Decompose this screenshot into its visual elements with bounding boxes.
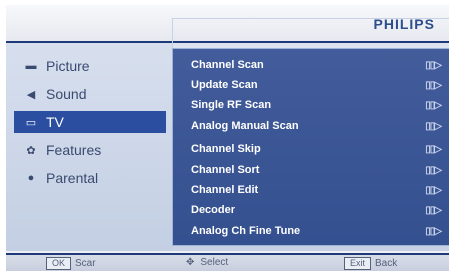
sidebar-item-parental[interactable]: ● Parental [14, 167, 166, 189]
tv-submenu: Channel Scan ▯▯▷ Update Scan ▯▯▷ Single … [172, 48, 449, 246]
arrow-right-icon: ▯▯▷ [425, 79, 442, 91]
arrow-right-icon: ▯▯▷ [425, 59, 442, 71]
gear-icon: ✿ [26, 144, 36, 157]
submenu-outline [172, 18, 449, 49]
ok-key: OK [46, 257, 72, 270]
arrow-right-icon: ▯▯▷ [425, 120, 442, 132]
menu-item-label: Update Scan [191, 79, 258, 91]
arrow-right-icon: ▯▯▷ [425, 204, 442, 216]
sidebar-item-label: Features [46, 142, 102, 158]
arrow-right-icon: ▯▯▷ [425, 164, 442, 176]
exit-hint-label: Back [375, 258, 398, 269]
sidebar-item-sound[interactable]: ◀ Sound [14, 83, 166, 105]
menu-item-label: Channel Skip [191, 143, 261, 155]
select-hint: ✥ Select [186, 257, 228, 268]
lock-icon: ● [27, 172, 35, 184]
select-hint-label: Select [200, 257, 229, 268]
ok-hint: OK Scar [46, 257, 96, 270]
menu-item-channel-scan[interactable]: Channel Scan ▯▯▷ [191, 55, 442, 75]
menu-item-label: Channel Edit [191, 184, 259, 196]
picture-icon: ▬ [25, 60, 37, 72]
menu-item-analog-ch-fine-tune[interactable]: Analog Ch Fine Tune ▯▯▷ [191, 221, 442, 241]
arrow-right-icon: ▯▯▷ [425, 99, 442, 111]
sidebar-item-label: TV [46, 114, 64, 130]
sidebar-item-picture[interactable]: ▬ Picture [14, 55, 166, 77]
arrow-right-icon: ▯▯▷ [425, 225, 442, 237]
menu-item-label: Channel Sort [191, 164, 260, 176]
sidebar-item-label: Sound [46, 86, 87, 102]
sidebar: ▬ Picture ◀ Sound ▭ TV ✿ Features ● Pare… [6, 43, 172, 251]
arrow-right-icon: ▯▯▷ [425, 143, 442, 155]
menu-item-channel-edit[interactable]: Channel Edit ▯▯▷ [191, 180, 442, 200]
menu-item-channel-skip[interactable]: Channel Skip ▯▯▷ [191, 139, 442, 159]
tv-icon: ▭ [25, 116, 37, 129]
sidebar-item-tv[interactable]: ▭ TV [14, 111, 166, 133]
footer-hint-bar: OK Scar ✥ Select Exit Back [6, 253, 449, 271]
menu-item-update-scan[interactable]: Update Scan ▯▯▷ [191, 75, 442, 95]
arrow-right-icon: ▯▯▷ [425, 184, 442, 196]
menu-item-label: Single RF Scan [191, 99, 272, 111]
menu-item-label: Channel Scan [191, 59, 264, 71]
menu-item-label: Analog Manual Scan [191, 120, 299, 132]
sidebar-item-label: Parental [46, 170, 99, 186]
menu-item-analog-manual-scan[interactable]: Analog Manual Scan ▯▯▷ [191, 116, 442, 136]
menu-item-single-rf-scan[interactable]: Single RF Scan ▯▯▷ [191, 95, 442, 115]
tv-menu-screen: PHILIPS ▬ Picture ◀ Sound ▭ TV ✿ Feature… [6, 5, 449, 271]
exit-key: Exit [344, 257, 372, 270]
menu-item-channel-sort[interactable]: Channel Sort ▯▯▷ [191, 160, 442, 180]
exit-hint: Exit Back [344, 257, 397, 270]
ok-hint-label: Scar [75, 258, 96, 269]
menu-item-decoder[interactable]: Decoder ▯▯▷ [191, 200, 442, 220]
speaker-icon: ◀ [26, 88, 36, 101]
menu-item-label: Analog Ch Fine Tune [191, 225, 301, 237]
sidebar-item-label: Picture [46, 58, 90, 74]
sidebar-item-features[interactable]: ✿ Features [14, 139, 166, 161]
menu-item-label: Decoder [191, 204, 236, 216]
dpad-icon: ✥ [186, 257, 195, 268]
